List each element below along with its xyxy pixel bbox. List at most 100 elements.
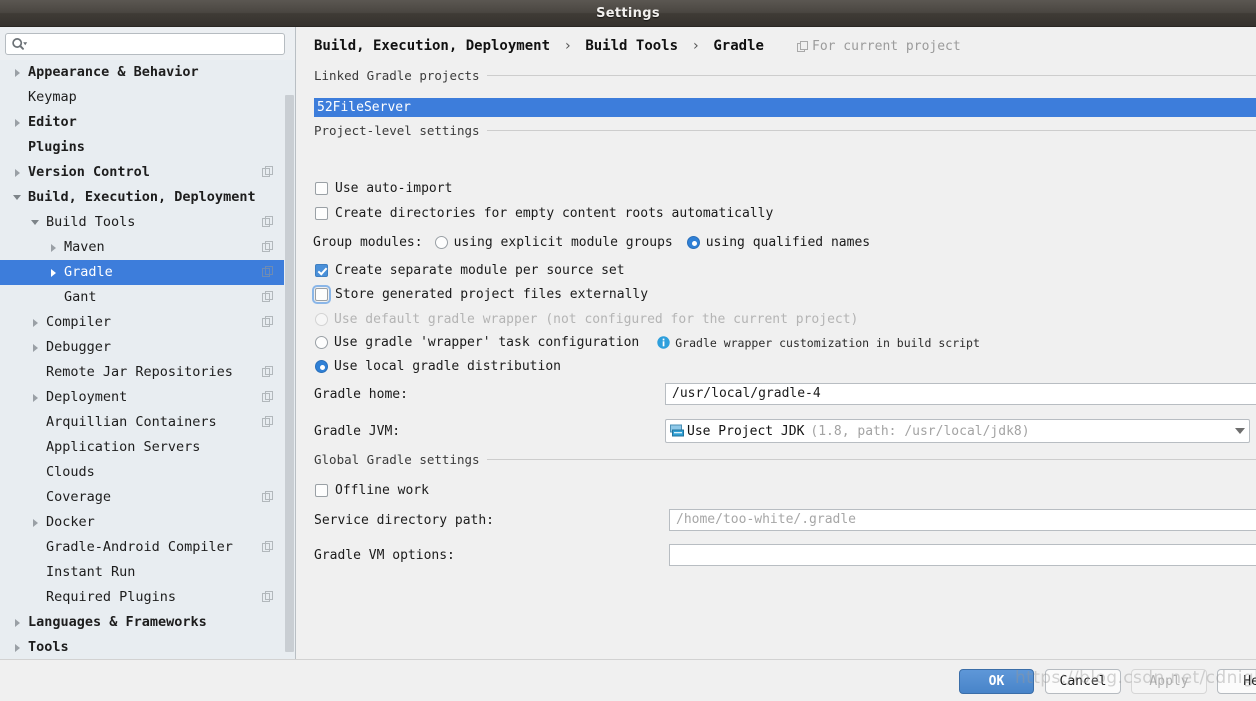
checkbox-box[interactable] [315, 264, 328, 277]
gradle-jvm-label: Gradle JVM: [314, 424, 401, 439]
sidebar-item-label: Coverage [46, 489, 112, 505]
radio-using-explicit-module-groups[interactable] [434, 236, 448, 249]
sidebar-item-label: Build Tools [46, 214, 136, 230]
chevron-right-icon[interactable] [46, 235, 60, 260]
chevron-right-icon[interactable] [10, 60, 24, 85]
radio-use-local-gradle-distribution[interactable]: Use local gradle distribution [315, 359, 561, 374]
sidebar-item-languages-frameworks[interactable]: Languages & Frameworks [0, 610, 295, 635]
sidebar-item-gradle-android-compiler[interactable]: Gradle-Android Compiler [0, 535, 295, 560]
window-titlebar: Settings [0, 0, 1256, 27]
group-modules-row: Group modules: using explicit module gro… [313, 235, 870, 250]
sidebar-item-remote-jar-repositories[interactable]: Remote Jar Repositories [0, 360, 295, 385]
chevron-down-icon[interactable] [28, 210, 42, 235]
chevron-right-icon[interactable] [28, 335, 42, 360]
for-current-project-label: For current project [812, 39, 961, 54]
sidebar-item-label: Docker [46, 514, 95, 530]
project-scope-icon [262, 166, 273, 177]
chevron-right-icon[interactable] [28, 310, 42, 335]
chevron-right-icon[interactable] [10, 635, 24, 659]
radio-box[interactable] [315, 360, 328, 373]
search-input[interactable] [28, 35, 284, 53]
chevron-right-icon[interactable] [46, 260, 60, 285]
service-directory-input[interactable]: /home/too-white/.gradle [669, 509, 1256, 531]
cancel-button[interactable]: Cancel [1045, 669, 1121, 694]
project-scope-icon [262, 316, 273, 327]
project-scope-icon [262, 541, 273, 552]
settings-tree[interactable]: Appearance & Behavior Keymap Editor Plugins… [0, 60, 295, 659]
sidebar-item-required-plugins[interactable]: Required Plugins [0, 585, 295, 610]
chevron-right-icon[interactable] [28, 385, 42, 410]
sidebar-item-label: Required Plugins [46, 589, 177, 605]
sidebar-item-deployment[interactable]: Deployment [0, 385, 295, 410]
chevron-right-icon[interactable] [28, 510, 42, 535]
breadcrumb: Build, Execution, Deployment › Build Too… [314, 38, 764, 54]
sidebar-item-label: Gradle-Android Compiler [46, 539, 233, 555]
sidebar-item-docker[interactable]: Docker [0, 510, 295, 535]
checkbox-box[interactable] [315, 182, 328, 195]
sidebar-item-version-control[interactable]: Version Control [0, 160, 295, 185]
sidebar-item-maven[interactable]: Maven [0, 235, 295, 260]
search-icon[interactable] [11, 37, 28, 52]
ok-button[interactable]: OK [959, 669, 1034, 694]
radio-using-qualified-names[interactable] [686, 236, 700, 249]
chevron-right-icon[interactable] [10, 610, 24, 635]
sidebar-scrollbar-track[interactable] [284, 60, 295, 659]
checkbox-offline-work[interactable]: Offline work [315, 483, 429, 498]
project-scope-icon [262, 241, 273, 252]
group-modules-label: Group modules: [313, 235, 423, 250]
search-box[interactable] [5, 33, 285, 55]
sidebar-item-gant[interactable]: Gant [0, 285, 295, 310]
sidebar-item-compiler[interactable]: Compiler [0, 310, 295, 335]
sidebar-item-keymap[interactable]: Keymap [0, 85, 295, 110]
gradle-home-input[interactable]: /usr/local/gradle-4 [665, 383, 1256, 405]
checkbox-create-directories[interactable]: Create directories for empty content roo… [315, 206, 773, 221]
breadcrumb-item-0[interactable]: Build, Execution, Deployment [314, 38, 550, 54]
checkbox-store-generated-externally[interactable]: Store generated project files externally [312, 285, 648, 304]
sidebar-item-clouds[interactable]: Clouds [0, 460, 295, 485]
breadcrumb-item-2[interactable]: Gradle [713, 38, 764, 54]
breadcrumb-item-1[interactable]: Build Tools [585, 38, 678, 54]
gradle-jvm-dropdown[interactable]: Use Project JDK (1.8, path: /usr/local/j… [665, 419, 1250, 443]
sidebar-item-debugger[interactable]: Debugger [0, 335, 295, 360]
sidebar-item-label: Languages & Frameworks [28, 614, 207, 630]
sidebar-item-label: Arquillian Containers [46, 414, 217, 430]
sidebar-item-instant-run[interactable]: Instant Run [0, 560, 295, 585]
sidebar-item-label: Version Control [28, 164, 150, 180]
sidebar-item-appearance-behavior[interactable]: Appearance & Behavior [0, 60, 295, 85]
help-button[interactable]: Hel [1217, 669, 1256, 694]
sidebar-item-tools[interactable]: Tools [0, 635, 295, 659]
radio-box[interactable] [315, 336, 328, 349]
project-scope-icon [262, 591, 273, 602]
radio-use-default-gradle-wrapper: Use default gradle wrapper (not configur… [315, 312, 858, 327]
sidebar-item-arquillian-containers[interactable]: Arquillian Containers [0, 410, 295, 435]
settings-dialog: Settings Appearance & Behavior Keymap Edit… [0, 0, 1256, 701]
sidebar-scrollbar-thumb[interactable] [285, 95, 294, 652]
sidebar-item-plugins[interactable]: Plugins [0, 135, 295, 160]
checkbox-use-auto-import[interactable]: Use auto-import [315, 181, 452, 196]
for-current-project-indicator: For current project [797, 39, 961, 54]
sidebar-item-gradle[interactable]: Gradle [0, 260, 295, 285]
checkbox-box[interactable] [315, 484, 328, 497]
chevron-right-icon[interactable] [10, 160, 24, 185]
radio-use-gradle-wrapper-task[interactable]: Use gradle 'wrapper' task configuration … [315, 335, 980, 350]
sidebar-item-build-tools[interactable]: Build Tools [0, 210, 295, 235]
sidebar-item-editor[interactable]: Editor [0, 110, 295, 135]
chevron-down-icon[interactable] [10, 185, 24, 210]
sidebar-item-build-execution-deployment[interactable]: Build, Execution, Deployment [0, 185, 295, 210]
radio-label: Use local gradle distribution [334, 359, 561, 374]
checkbox-box[interactable] [312, 285, 331, 304]
chevron-right-icon[interactable] [10, 110, 24, 135]
vm-options-input[interactable] [669, 544, 1256, 566]
checkbox-box[interactable] [315, 207, 328, 220]
project-scope-icon [262, 366, 273, 377]
sidebar-item-coverage[interactable]: Coverage [0, 485, 295, 510]
info-icon[interactable] [657, 336, 670, 349]
linked-project-item[interactable]: 52FileServer [314, 98, 1256, 117]
chevron-down-icon[interactable] [1235, 428, 1245, 434]
sidebar-item-label: Build, Execution, Deployment [28, 189, 256, 205]
sidebar-item-application-servers[interactable]: Application Servers [0, 435, 295, 460]
sidebar-item-label: Appearance & Behavior [28, 64, 199, 80]
sidebar-item-label: Editor [28, 114, 77, 130]
sidebar-item-label: Application Servers [46, 439, 201, 455]
checkbox-create-separate-module[interactable]: Create separate module per source set [315, 263, 625, 278]
